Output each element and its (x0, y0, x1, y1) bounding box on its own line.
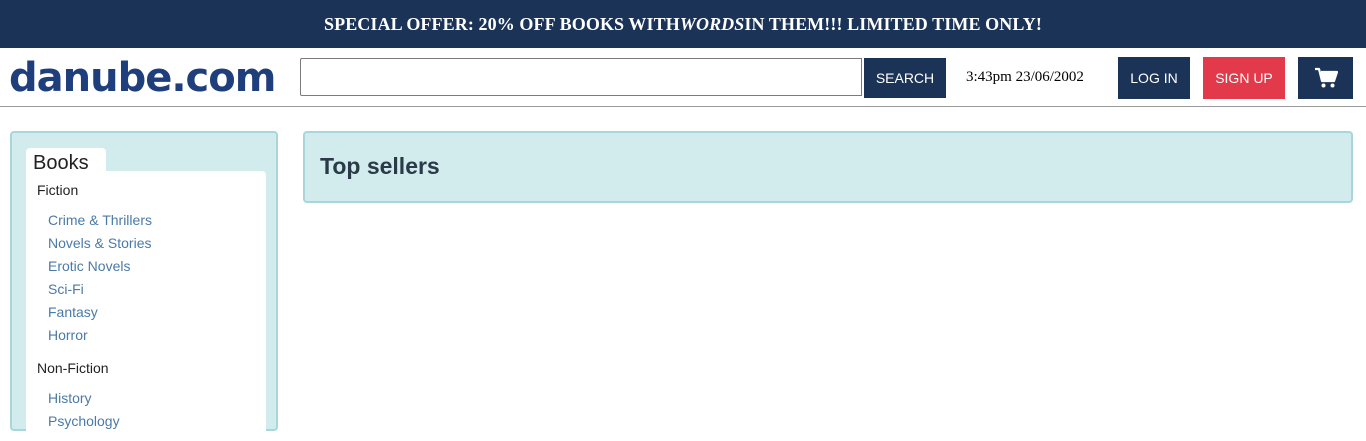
sidebar-link-psychology[interactable]: Psychology (48, 413, 120, 429)
sidebar-link-sci-fi[interactable]: Sci-Fi (48, 281, 84, 297)
top-sellers-panel: Top sellers (303, 131, 1353, 203)
sidebar-link-fantasy[interactable]: Fantasy (48, 304, 98, 320)
promo-banner: SPECIAL OFFER: 20% OFF BOOKS WITH WORDS … (0, 0, 1366, 48)
promo-text-prefix: SPECIAL OFFER: 20% OFF BOOKS WITH (324, 13, 680, 34)
site-logo[interactable]: danube.com (9, 54, 276, 102)
promo-text-suffix: IN THEM!!! LIMITED TIME ONLY! (744, 13, 1042, 34)
sidebar-link-horror[interactable]: Horror (48, 327, 88, 343)
search-input[interactable] (300, 58, 862, 96)
login-button[interactable]: LOG IN (1118, 57, 1190, 99)
category-panel: Fiction Crime & Thrillers Novels & Stori… (26, 171, 266, 441)
current-datetime: 3:43pm 23/06/2002 (966, 69, 1084, 85)
cart-icon (1314, 67, 1338, 88)
site-header: danube.com SEARCH 3:43pm 23/06/2002 LOG … (0, 48, 1366, 107)
category-heading-fiction: Fiction (37, 182, 79, 198)
search-button[interactable]: SEARCH (864, 58, 946, 98)
signup-button[interactable]: SIGN UP (1203, 57, 1285, 99)
top-sellers-heading: Top sellers (320, 153, 440, 179)
cart-button[interactable] (1298, 57, 1353, 99)
category-heading-nonfiction: Non-Fiction (37, 360, 109, 376)
sidebar-link-novels-stories[interactable]: Novels & Stories (48, 235, 151, 251)
sidebar-link-crime-thrillers[interactable]: Crime & Thrillers (48, 212, 152, 228)
category-sidebar: Books Fiction Crime & Thrillers Novels &… (10, 131, 278, 441)
sidebar-link-erotic-novels[interactable]: Erotic Novels (48, 258, 130, 274)
sidebar-link-history[interactable]: History (48, 390, 92, 406)
promo-text-emphasis: WORDS (679, 13, 745, 34)
